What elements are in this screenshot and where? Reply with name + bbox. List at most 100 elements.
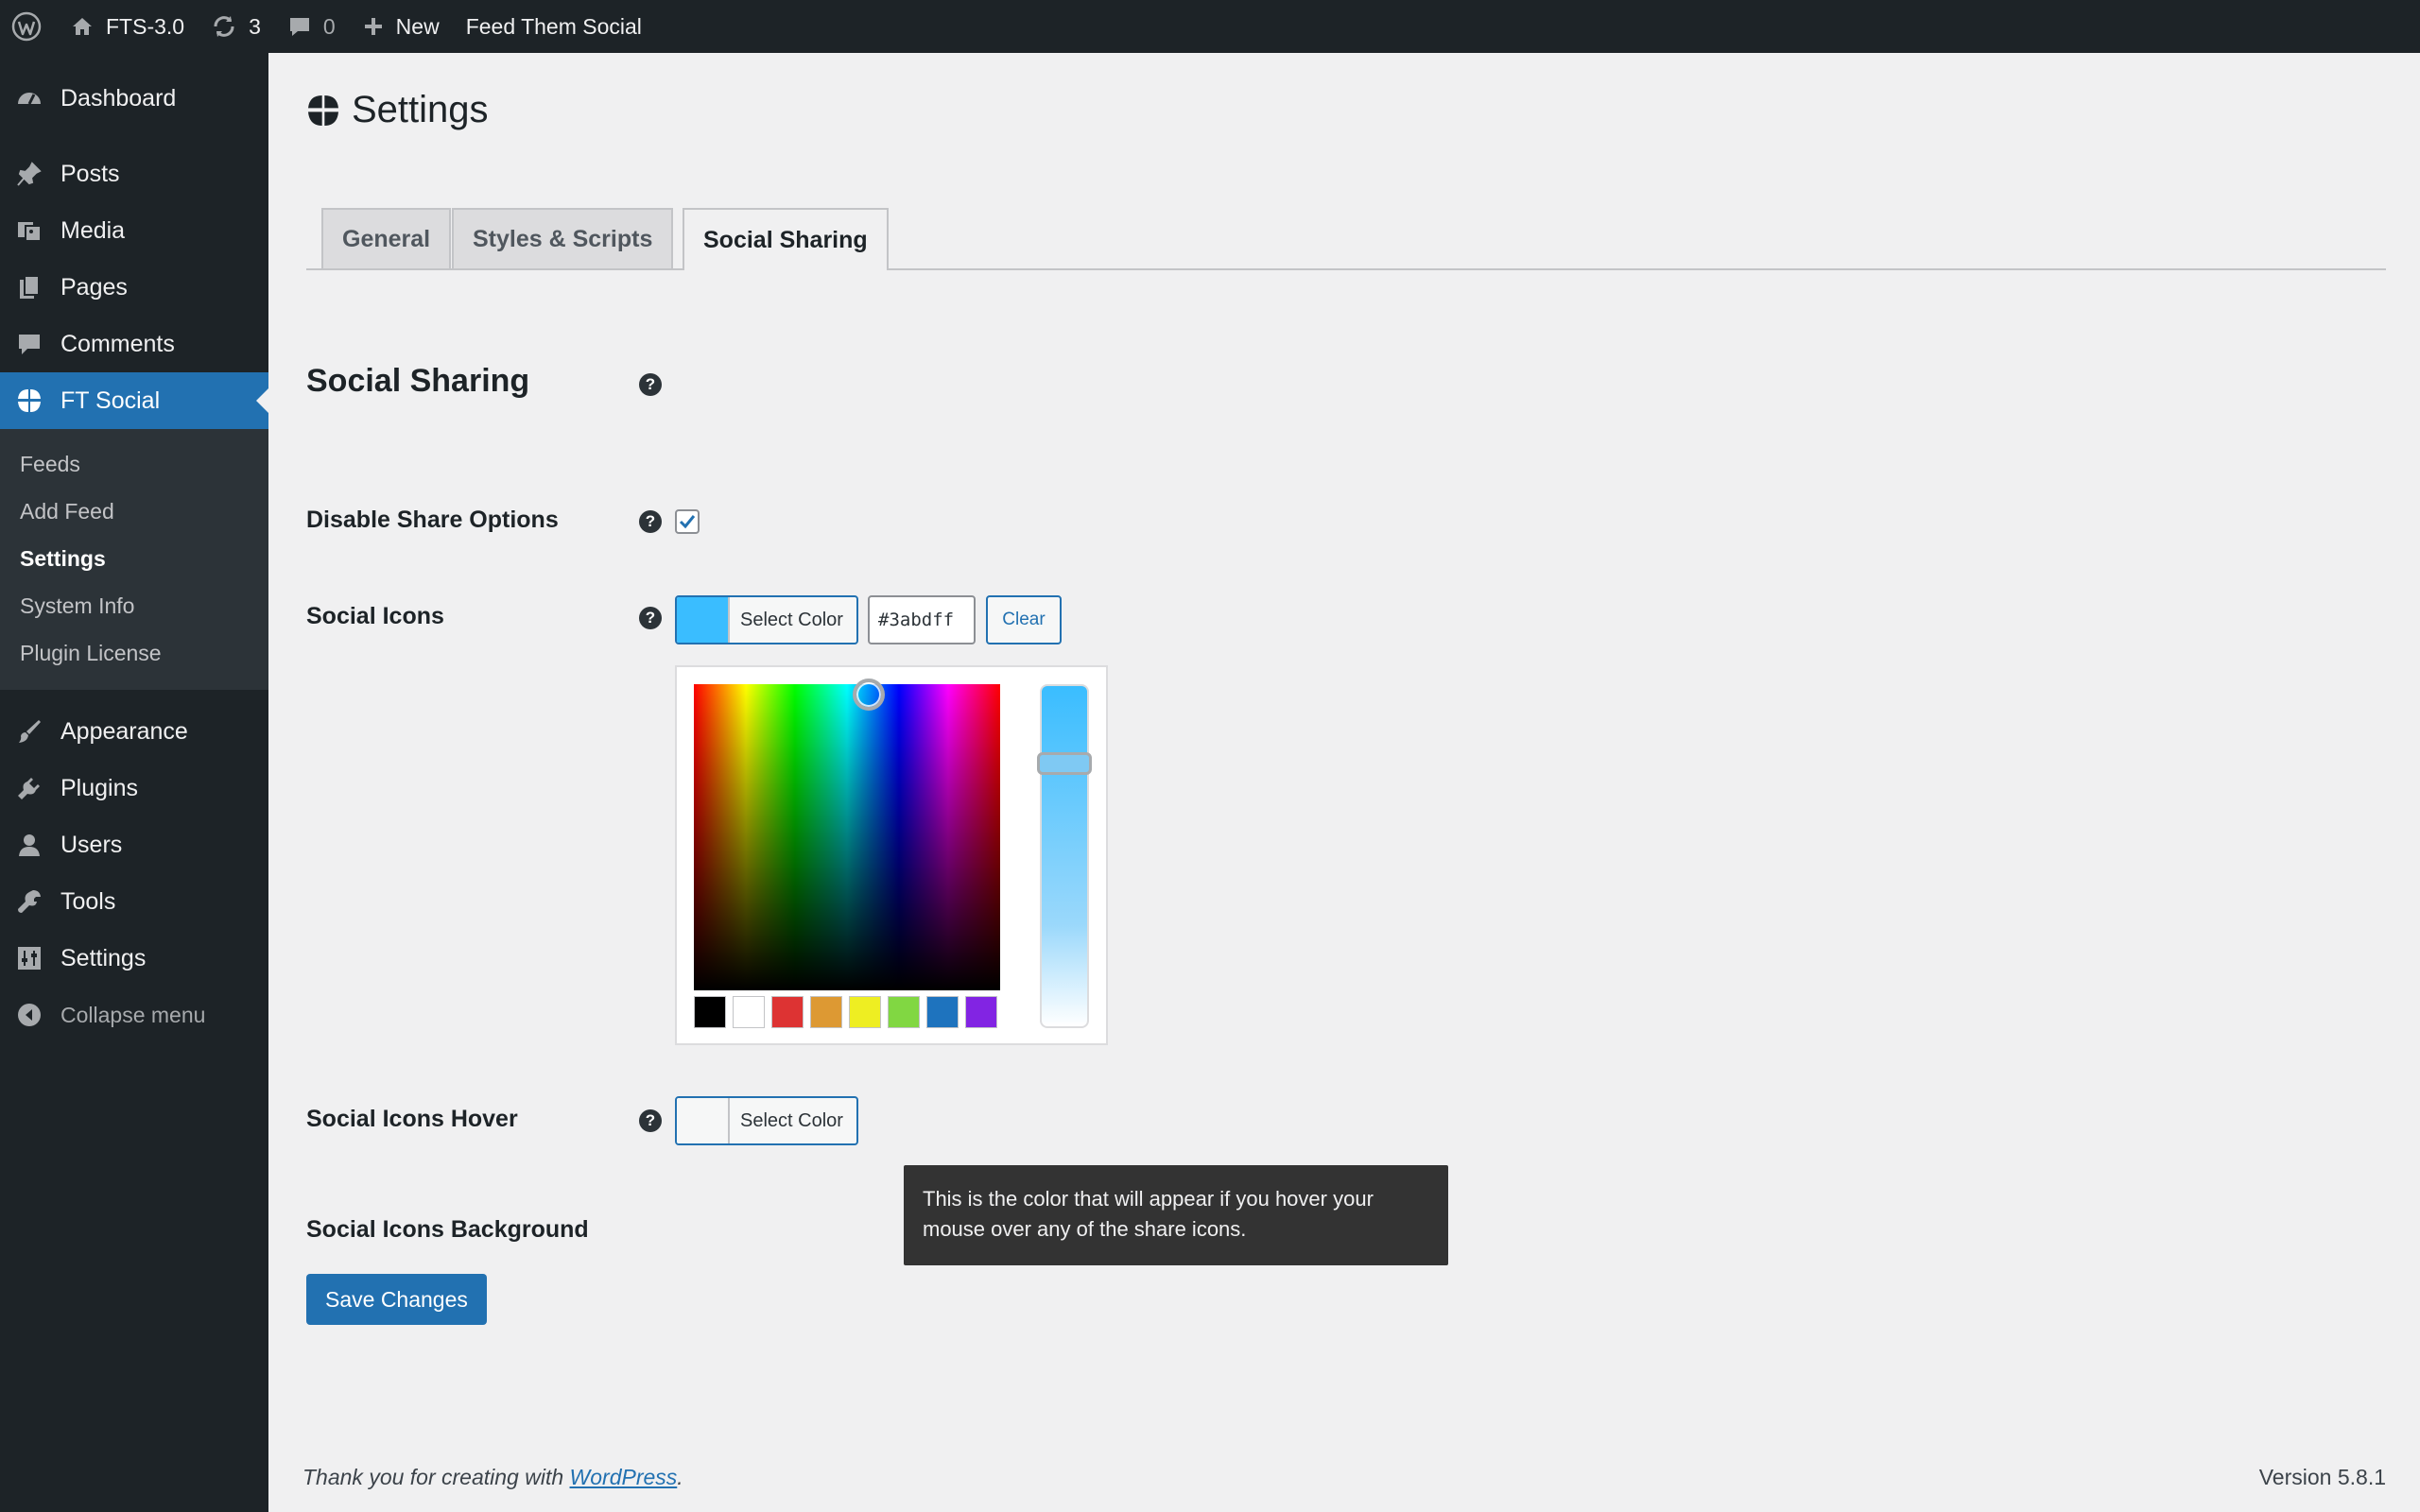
- submenu-item-add-feed[interactable]: Add Feed: [0, 488, 268, 535]
- clear-color-button[interactable]: Clear: [986, 595, 1062, 644]
- wordpress-logo-menu[interactable]: [0, 0, 57, 53]
- main-content: Settings General Styles & Scripts Social…: [268, 53, 2420, 1512]
- comment-bubble-icon: [287, 14, 312, 39]
- help-icon[interactable]: ?: [639, 373, 662, 396]
- palette-swatch[interactable]: [694, 996, 726, 1028]
- sidebar-item-ft-social[interactable]: FT Social: [0, 372, 268, 429]
- comment-icon: [15, 330, 43, 358]
- sidebar-item-label: FT Social: [60, 387, 161, 414]
- pin-icon: [15, 160, 43, 188]
- submenu-item-plugin-license[interactable]: Plugin License: [0, 629, 268, 677]
- help-icon[interactable]: ?: [639, 1109, 662, 1132]
- page-title-text: Settings: [352, 89, 489, 130]
- section-title: Social Sharing: [306, 363, 530, 399]
- sidebar-item-label: Settings: [60, 944, 147, 971]
- tab-styles-scripts[interactable]: Styles & Scripts: [452, 208, 674, 268]
- user-icon: [15, 831, 43, 859]
- footer-suffix: .: [677, 1465, 683, 1489]
- color-swatch: [677, 597, 730, 643]
- collapse-arrow-icon: [15, 1001, 43, 1029]
- palette-swatch[interactable]: [849, 996, 881, 1028]
- palette-swatch[interactable]: [733, 996, 765, 1028]
- sidebar-item-label: Users: [60, 831, 123, 858]
- sidebar-item-users[interactable]: Users: [0, 816, 268, 873]
- collapse-menu-label: Collapse menu: [60, 1002, 206, 1027]
- comments-count: 0: [322, 13, 336, 39]
- palette-swatch[interactable]: [771, 996, 804, 1028]
- wordpress-logo-icon: [11, 11, 42, 42]
- updates-count: 3: [249, 13, 261, 39]
- site-name-menu[interactable]: FTS-3.0: [57, 0, 198, 53]
- social-icons-hover-label: Social Icons Hover: [306, 1106, 518, 1132]
- sidebar-item-settings[interactable]: Settings: [0, 930, 268, 987]
- submenu-item-settings[interactable]: Settings: [0, 535, 268, 582]
- plugin-label: Feed Them Social: [465, 13, 642, 39]
- footer-thanks: Thank you for creating with WordPress.: [302, 1465, 683, 1490]
- new-content-menu[interactable]: New: [349, 0, 453, 53]
- palette-swatch[interactable]: [926, 996, 959, 1028]
- color-swatch: [677, 1098, 730, 1143]
- palette-swatch[interactable]: [965, 996, 997, 1028]
- feed-them-social-menu[interactable]: Feed Them Social: [453, 0, 655, 53]
- social-icons-label: Social Icons: [306, 603, 444, 629]
- footer-version: Version 5.8.1: [2258, 1465, 2386, 1489]
- sidebar-item-pages[interactable]: Pages: [0, 259, 268, 316]
- sidebar-item-label: Pages: [60, 273, 128, 301]
- palette-swatch[interactable]: [810, 996, 842, 1028]
- hex-color-input[interactable]: #3abdff: [868, 595, 976, 644]
- ft-social-logo-icon: [304, 92, 342, 129]
- color-picker-square[interactable]: [694, 679, 1000, 990]
- palette-swatch[interactable]: [888, 996, 920, 1028]
- sidebar-item-media[interactable]: Media: [0, 202, 268, 259]
- admin-sidebar: Dashboard Posts Media Pages Comments FT …: [0, 53, 268, 1512]
- dashboard-icon: [15, 84, 43, 112]
- checkmark-icon: [678, 512, 697, 531]
- comments-menu[interactable]: 0: [274, 0, 349, 53]
- ft-social-icon: [15, 387, 43, 415]
- tab-social-sharing[interactable]: Social Sharing: [683, 208, 889, 270]
- save-changes-button[interactable]: Save Changes: [306, 1274, 487, 1325]
- saturation-slider[interactable]: [1040, 684, 1089, 1028]
- collapse-menu-button[interactable]: Collapse menu: [0, 987, 268, 1043]
- tab-general[interactable]: General: [321, 208, 452, 268]
- disable-share-options-checkbox[interactable]: [675, 509, 700, 534]
- help-icon[interactable]: ?: [639, 510, 662, 533]
- pages-icon: [15, 273, 43, 301]
- help-icon[interactable]: ?: [639, 607, 662, 629]
- select-color-label: Select Color: [740, 609, 843, 630]
- sidebar-item-label: Plugins: [60, 774, 138, 801]
- color-palette: [694, 996, 1004, 1028]
- social-icons-hover-color-button[interactable]: Select Color: [675, 1096, 858, 1145]
- saturation-slider-handle[interactable]: [1037, 752, 1092, 775]
- sidebar-item-label: Media: [60, 216, 126, 244]
- footer-thanks-text: Thank you for creating with: [302, 1465, 570, 1489]
- sidebar-item-dashboard[interactable]: Dashboard: [0, 70, 268, 127]
- sidebar-item-label: Tools: [60, 887, 116, 915]
- sidebar-item-appearance[interactable]: Appearance: [0, 703, 268, 760]
- submenu-item-feeds[interactable]: Feeds: [0, 440, 268, 488]
- settings-sliders-icon: [15, 944, 43, 972]
- site-name: FTS-3.0: [106, 13, 185, 39]
- new-label: New: [395, 13, 440, 39]
- brush-icon: [15, 717, 43, 746]
- color-picker-handle[interactable]: [853, 679, 885, 711]
- wordpress-link[interactable]: WordPress: [570, 1465, 678, 1489]
- sidebar-item-label: Posts: [60, 160, 120, 187]
- ft-social-submenu: Feeds Add Feed Settings System Info Plug…: [0, 429, 268, 690]
- social-icons-color-button[interactable]: Select Color: [675, 595, 858, 644]
- help-tooltip: This is the color that will appear if yo…: [904, 1165, 1448, 1265]
- updates-menu[interactable]: 3: [198, 0, 274, 53]
- sidebar-item-tools[interactable]: Tools: [0, 873, 268, 930]
- select-color-label: Select Color: [740, 1109, 843, 1131]
- page-title: Settings: [304, 89, 489, 131]
- sidebar-item-label: Comments: [60, 330, 175, 357]
- sidebar-item-comments[interactable]: Comments: [0, 316, 268, 372]
- sidebar-item-posts[interactable]: Posts: [0, 146, 268, 202]
- submenu-item-system-info[interactable]: System Info: [0, 582, 268, 629]
- sidebar-item-plugins[interactable]: Plugins: [0, 760, 268, 816]
- wrench-icon: [15, 887, 43, 916]
- settings-tabs: General Styles & Scripts Social Sharing: [306, 155, 2386, 270]
- updates-icon: [211, 13, 237, 40]
- plus-icon: [362, 15, 385, 38]
- social-icons-background-label: Social Icons Background: [306, 1216, 589, 1243]
